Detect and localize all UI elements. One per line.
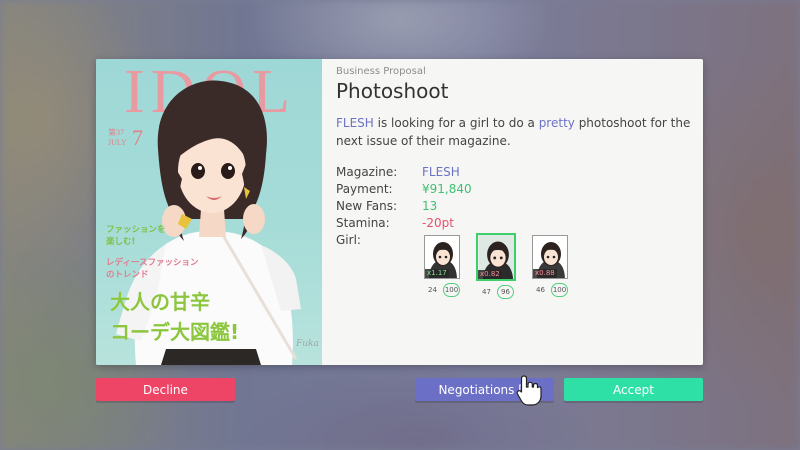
cover-signature: Fuka: [296, 339, 319, 349]
girl-stats: 46 100: [532, 283, 568, 297]
proposal-description: FLESH is looking for a girl to do a pret…: [336, 116, 691, 148]
proposal-title: Photoshoot: [336, 79, 449, 103]
accept-button[interactable]: Accept: [564, 378, 703, 401]
girl-selector: x1.17 24 100 x0.82 47 96 x0.88 46 100: [423, 233, 569, 299]
detail-row-fans: New Fans: 13: [336, 199, 438, 213]
brand-name: FLESH: [336, 116, 374, 130]
decline-button[interactable]: Decline: [96, 378, 235, 401]
payment-value: ¥91,840: [422, 182, 472, 196]
girl-multiplier: x0.82: [478, 270, 502, 279]
girl-stats: 47 96: [478, 285, 514, 299]
cover-tagline-b: レディースファッション のトレンド: [106, 258, 199, 280]
magazine-cover: IDOL: [96, 59, 322, 365]
cover-headline: 大人の甘辛 コーデ大図鑑!: [110, 290, 240, 344]
girl-portrait[interactable]: x1.17: [424, 235, 460, 279]
detail-row-payment: Payment: ¥91,840: [336, 182, 472, 196]
hand-cursor-icon: [516, 375, 542, 406]
detail-row-magazine: Magazine: FLESH: [336, 165, 460, 179]
girl-multiplier: x0.88: [533, 269, 557, 278]
girl-card-selected[interactable]: x0.82 47 96: [476, 233, 516, 299]
girl-stats: 24 100: [424, 283, 460, 297]
cover-issue-badge: 第37 JULY 7: [108, 125, 143, 150]
girl-multiplier: x1.17: [425, 269, 449, 278]
girl-portrait[interactable]: x0.88: [532, 235, 568, 279]
style-keyword: pretty: [538, 116, 575, 130]
cover-tagline-a: ファッションを 楽しむ!: [106, 225, 166, 247]
proposal-content: Business Proposal Photoshoot FLESH is lo…: [322, 59, 703, 365]
detail-row-stamina: Stamina: -20pt: [336, 216, 454, 230]
stamina-value: -20pt: [422, 216, 454, 230]
proposal-eyebrow: Business Proposal: [336, 66, 426, 77]
girl-card[interactable]: x0.88 46 100: [531, 235, 569, 299]
proposal-panel: IDOL: [96, 59, 703, 365]
magazine-value: FLESH: [422, 165, 460, 179]
girl-card[interactable]: x1.17 24 100: [423, 235, 461, 299]
girl-portrait[interactable]: x0.82: [476, 233, 516, 281]
fans-value: 13: [422, 199, 438, 213]
